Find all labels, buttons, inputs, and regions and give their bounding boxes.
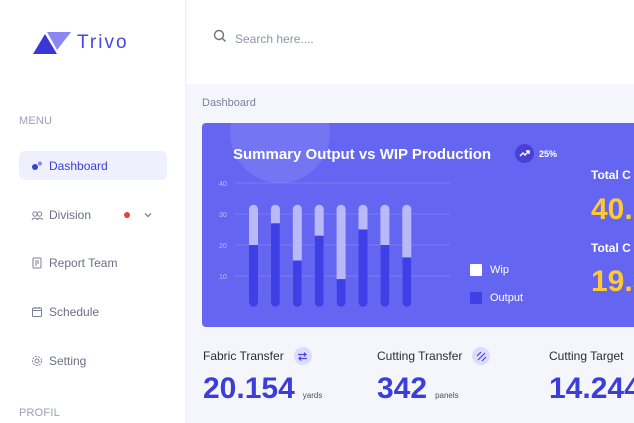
- total-2-label: Total C: [591, 241, 631, 255]
- bar-output-top: [380, 245, 390, 250]
- sidebar-item-label: Division: [49, 207, 92, 222]
- sidebar-item-schedule[interactable]: Schedule: [19, 297, 167, 326]
- sidebar-item-setting[interactable]: Setting: [19, 346, 167, 375]
- brand-name: Trivo: [77, 32, 129, 53]
- bar-output: [402, 257, 412, 307]
- bar-output-top: [249, 245, 258, 250]
- bar-output-top: [402, 257, 412, 263]
- summary-card: Summary Output vs WIP Production 25% 10 2…: [202, 123, 634, 327]
- search-input[interactable]: [235, 31, 435, 46]
- legend-output: Output: [470, 292, 523, 304]
- legend-swatch-wip: [470, 264, 482, 276]
- stat-value: 14.244: [549, 372, 634, 405]
- stat-label: Cutting Target: [549, 349, 624, 363]
- total-1-label: Total C: [591, 168, 631, 182]
- sidebar-item-label: Schedule: [49, 304, 100, 319]
- y-tick-label: 30: [219, 212, 227, 219]
- profile-section-label: PROFIL: [19, 407, 60, 419]
- y-tick-label: 10: [219, 274, 227, 281]
- stat-value: 20.154: [203, 372, 295, 405]
- summary-bar-chart: 10 20 30 40: [219, 181, 450, 307]
- search-icon: [213, 29, 227, 48]
- y-tick-label: 40: [219, 181, 227, 188]
- report-icon: [31, 257, 43, 269]
- legend-swatch-output: [470, 292, 482, 304]
- dashboard-icon: [31, 160, 43, 172]
- bar-output-top: [358, 229, 368, 235]
- stat-unit: panels: [435, 391, 459, 400]
- stat-fabric-transfer: Fabric Transfer 20.154 yards: [203, 346, 322, 405]
- legend-wip: Wip: [470, 264, 509, 276]
- menu-section-label: MENU: [19, 115, 53, 127]
- stat-cutting-target: Cutting Target 14.244: [549, 346, 634, 405]
- sidebar-item-label: Dashboard: [49, 158, 108, 173]
- bar-output-top: [314, 235, 324, 241]
- bar-output: [358, 229, 368, 307]
- bar-output: [249, 245, 258, 307]
- bar-output-top: [336, 279, 346, 285]
- search-bar[interactable]: [213, 29, 435, 48]
- stat-cutting-transfer: Cutting Transfer 342 panels: [377, 346, 491, 405]
- sidebar-item-division[interactable]: Division: [19, 200, 167, 229]
- bar-output: [314, 235, 324, 307]
- stat-value: 342: [377, 372, 428, 405]
- top-bar: [187, 0, 634, 84]
- bar-output-top: [270, 223, 280, 229]
- legend-label-output: Output: [490, 292, 524, 304]
- bar-output: [270, 223, 280, 307]
- division-icon: [31, 209, 43, 221]
- total-1-value: 40.: [591, 193, 633, 226]
- chevron-down-icon[interactable]: [143, 209, 153, 223]
- sidebar-item-dashboard[interactable]: Dashboard: [19, 151, 167, 180]
- stat-unit: yards: [302, 391, 323, 400]
- calendar-icon: [31, 306, 43, 318]
- sidebar-item-report-team[interactable]: Report Team: [19, 248, 167, 277]
- bar-output: [292, 260, 302, 307]
- stat-label: Cutting Transfer: [377, 349, 463, 363]
- notification-dot: [124, 212, 130, 218]
- total-2-value: 19.3: [591, 265, 634, 298]
- y-tick-label: 20: [219, 243, 227, 250]
- bar-output-top: [292, 260, 302, 266]
- stat-label: Fabric Transfer: [203, 349, 284, 363]
- sidebar-item-label: Setting: [49, 353, 87, 368]
- bar-output: [380, 245, 390, 307]
- logo-icon: [33, 30, 73, 56]
- legend-label-wip: Wip: [490, 264, 509, 276]
- sidebar: Trivo MENU Dashboard Division Report Tea…: [0, 0, 186, 423]
- sidebar-item-label: Report Team: [49, 255, 118, 270]
- cutting-icon: [472, 347, 491, 365]
- brand-logo[interactable]: Trivo: [33, 30, 129, 56]
- breadcrumb: Dashboard: [202, 97, 256, 109]
- gear-icon: [31, 355, 43, 367]
- transfer-icon: [293, 347, 312, 365]
